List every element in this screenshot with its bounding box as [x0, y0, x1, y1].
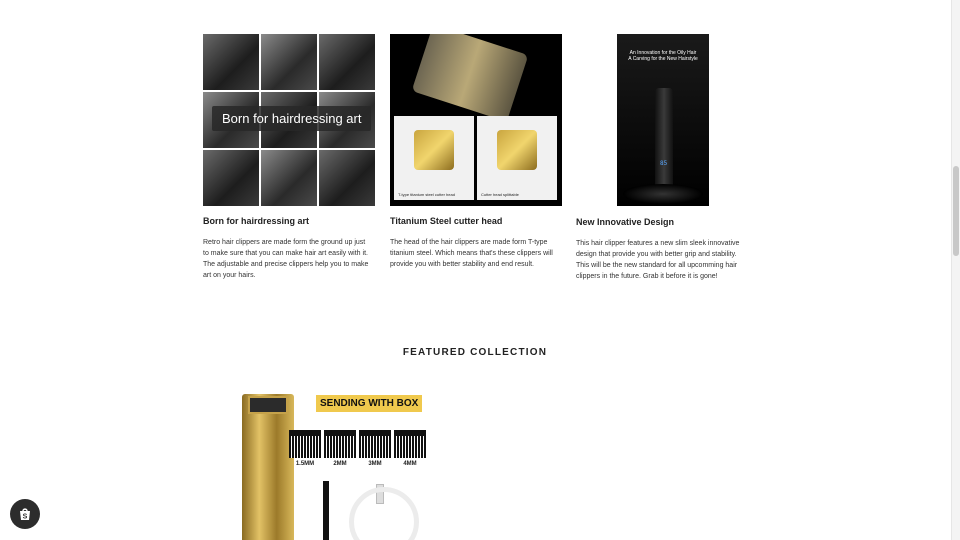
feature-image: T-type titanium steel cutter head Cutter… — [390, 34, 562, 206]
featured-collection-title: FEATURED COLLECTION — [402, 347, 548, 358]
product-card[interactable]: SENDING WITH BOX 1.5MM 2MM 3MM 4MM — [236, 392, 431, 540]
feature-card: T-type titanium steel cutter head Cutter… — [390, 34, 562, 270]
scrollbar-thumb[interactable] — [953, 166, 959, 256]
led-display: 85 — [660, 160, 668, 167]
image-caption: Cutter head splittable — [481, 192, 519, 197]
image-panel: Cutter head splittable — [477, 116, 557, 200]
cleaning-brush-image — [323, 481, 329, 540]
feature-image: Born for hairdressing art — [203, 34, 375, 206]
page-scrollbar[interactable] — [951, 0, 960, 540]
feature-card: An Innovation for the Oily Hair A Carvin… — [576, 34, 748, 282]
comb-size-label: 3MM — [368, 461, 382, 467]
feature-title: New Innovative Design — [576, 217, 675, 227]
usb-cable-image — [349, 487, 419, 540]
shopify-bag-button[interactable]: S — [10, 499, 40, 529]
image-panel: T-type titanium steel cutter head — [394, 116, 474, 200]
comb-size-label: 4MM — [403, 461, 417, 467]
shopify-bag-icon: S — [20, 508, 30, 521]
feature-title: Born for hairdressing art — [203, 216, 310, 226]
poster-headline: A Carving for the New Hairstyle — [628, 56, 698, 62]
comb-size-label: 2MM — [333, 461, 347, 467]
svg-text:S: S — [23, 514, 28, 521]
feature-title: Titanium Steel cutter head — [390, 216, 503, 226]
comb-size-label: 1.5MM — [295, 461, 315, 467]
feature-card: Born for hairdressing art Born for haird… — [203, 34, 375, 281]
image-caption: T-type titanium steel cutter head — [398, 192, 455, 197]
feature-text: The head of the hair clippers are made f… — [390, 239, 553, 268]
feature-text: Retro hair clippers are made form the gr… — [203, 239, 369, 279]
image-overlay-label: Born for hairdressing art — [212, 106, 372, 131]
sending-with-box-badge: SENDING WITH BOX — [316, 395, 423, 412]
feature-text: This hair clipper features a new slim sl… — [576, 240, 740, 280]
clipper-image — [242, 394, 294, 540]
feature-image: An Innovation for the Oily Hair A Carvin… — [617, 34, 709, 206]
comb-set: 1.5MM 2MM 3MM 4MM — [289, 430, 426, 467]
